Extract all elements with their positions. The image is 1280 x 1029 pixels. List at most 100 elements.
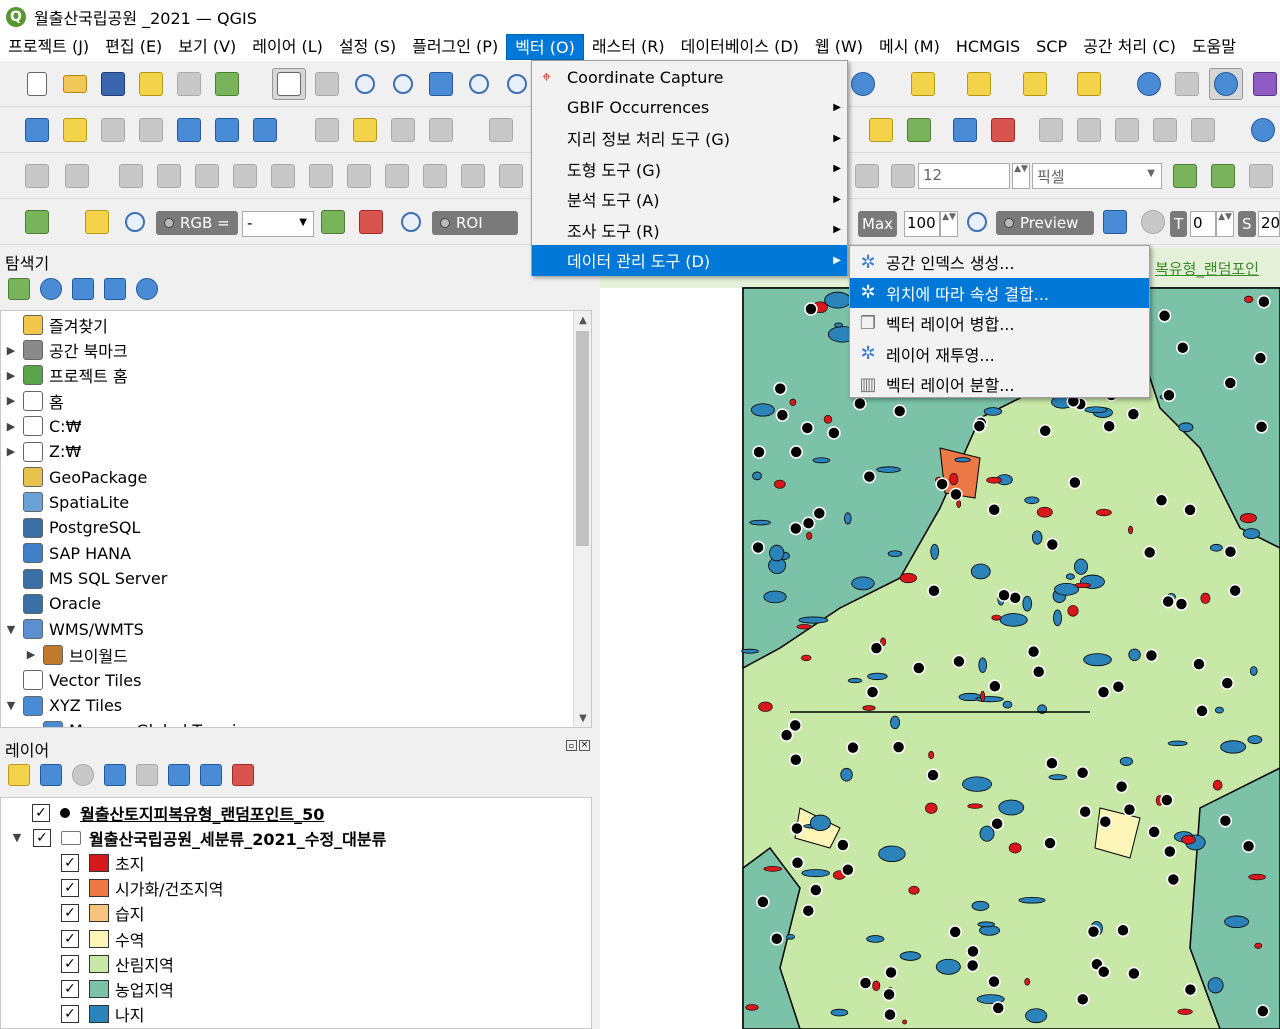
add-vertex-icon[interactable] bbox=[98, 115, 128, 145]
delete-ring-icon[interactable] bbox=[306, 161, 336, 191]
new-geopackage-icon[interactable] bbox=[60, 115, 90, 145]
rotate-feature-icon[interactable] bbox=[116, 161, 146, 191]
vertex-tool-icon[interactable] bbox=[486, 115, 516, 145]
layer-visibility-checkbox[interactable]: ✓ bbox=[33, 828, 51, 847]
menu-hcmgis[interactable]: HCMGIS bbox=[948, 34, 1028, 60]
pin-label-icon[interactable] bbox=[1036, 115, 1066, 145]
layer-row[interactable]: ✓ 월출산토지피복유형_랜덤포인트_50 bbox=[1, 800, 591, 825]
menu-processing[interactable]: 공간 처리 (C) bbox=[1075, 34, 1184, 60]
scp-band-set-icon[interactable] bbox=[82, 207, 112, 237]
globe-plugin-icon[interactable] bbox=[1248, 115, 1278, 145]
menu-item-coordinate-capture[interactable]: ⌖ Coordinate Capture bbox=[532, 62, 847, 93]
expand-arrow-icon[interactable]: ▶ bbox=[3, 420, 19, 433]
add-group-icon[interactable] bbox=[40, 764, 62, 786]
menu-project[interactable]: 프로젝트 (J) bbox=[0, 34, 97, 60]
current-edits-icon[interactable] bbox=[312, 115, 342, 145]
menu-item-data-management[interactable]: 데이터 관리 도구 (D) ▶ bbox=[532, 245, 847, 276]
collapse-all-icon[interactable] bbox=[104, 278, 126, 300]
browser-item[interactable]: MS SQL Server bbox=[1, 566, 591, 591]
browser-item[interactable]: Oracle bbox=[1, 591, 591, 616]
label-size-input[interactable]: 12 bbox=[918, 163, 1010, 189]
pan-map-icon[interactable] bbox=[272, 68, 306, 100]
layout-manager-icon[interactable] bbox=[174, 69, 204, 99]
refresh-icon[interactable] bbox=[848, 69, 878, 99]
select-by-value-icon[interactable] bbox=[964, 69, 994, 99]
scp-zoom-preview-icon[interactable] bbox=[962, 207, 992, 237]
identify-icon[interactable] bbox=[1134, 69, 1164, 99]
browser-scrollbar[interactable]: ▲ ▼ bbox=[573, 311, 591, 727]
scp-stretch-icon[interactable] bbox=[318, 207, 348, 237]
topology-icon[interactable] bbox=[1208, 161, 1238, 191]
remove-layer-icon[interactable] bbox=[232, 764, 254, 786]
new-project-icon[interactable] bbox=[22, 69, 52, 99]
zoom-selection-icon[interactable] bbox=[464, 69, 494, 99]
label-red-icon[interactable] bbox=[988, 115, 1018, 145]
browser-item[interactable]: GeoPackage bbox=[1, 464, 591, 489]
browser-item[interactable]: ▶ 프로젝트 홈 bbox=[1, 363, 591, 388]
class-visibility-checkbox[interactable]: ✓ bbox=[61, 1005, 79, 1024]
label-size-spinner[interactable]: ▲▼ bbox=[1012, 163, 1030, 189]
menu-item-reproject-layer[interactable]: ✲ 레이어 재투영... bbox=[850, 339, 1149, 370]
label-rotation-icon[interactable] bbox=[852, 161, 882, 191]
expand-arrow-icon[interactable]: ▶ bbox=[3, 344, 19, 357]
class-visibility-checkbox[interactable]: ✓ bbox=[61, 954, 79, 973]
menu-mesh[interactable]: 메시 (M) bbox=[871, 34, 948, 60]
menu-settings[interactable]: 설정 (S) bbox=[331, 34, 404, 60]
zoom-out-icon[interactable] bbox=[388, 69, 418, 99]
menu-item-gbif[interactable]: GBIF Occurrences ▶ bbox=[532, 93, 847, 124]
save-project-icon[interactable] bbox=[98, 69, 128, 99]
expand-arrow-icon[interactable]: ▶ bbox=[23, 648, 39, 661]
menu-plugins[interactable]: 플러그인 (P) bbox=[404, 34, 506, 60]
snap-tool-icon[interactable] bbox=[1170, 161, 1200, 191]
roi-toggle[interactable]: ROI bbox=[432, 211, 518, 235]
layer-styling-icon[interactable] bbox=[8, 764, 30, 786]
legend-class-row[interactable]: ✓ 농업지역 bbox=[1, 976, 591, 1001]
expand-arrow-icon[interactable]: ▶ bbox=[3, 369, 19, 382]
menu-item-merge-vector-layers[interactable]: ❐ 벡터 레이어 병합... bbox=[850, 308, 1149, 339]
move-label-icon[interactable] bbox=[1112, 115, 1142, 145]
filter-legend-icon[interactable] bbox=[104, 764, 126, 786]
class-visibility-checkbox[interactable]: ✓ bbox=[61, 879, 79, 898]
toggle-editing-icon[interactable] bbox=[350, 115, 380, 145]
scp-histogram-icon[interactable] bbox=[356, 207, 386, 237]
scp-redo-icon[interactable] bbox=[1138, 207, 1168, 237]
rgb-toggle[interactable]: RGB = bbox=[156, 211, 238, 235]
legend-class-row[interactable]: ✓ 시가화/건조지역 bbox=[1, 876, 591, 901]
scroll-down-icon[interactable]: ▼ bbox=[574, 709, 591, 727]
close-tool-icon[interactable] bbox=[1246, 161, 1276, 191]
scp-dock-icon[interactable] bbox=[22, 207, 52, 237]
expand-all-icon[interactable] bbox=[168, 764, 190, 786]
collapse-all-layers-icon[interactable] bbox=[200, 764, 222, 786]
class-visibility-checkbox[interactable]: ✓ bbox=[61, 853, 79, 872]
split-features-icon[interactable] bbox=[458, 161, 488, 191]
menu-item-geoprocessing[interactable]: 지리 정보 처리 도구 (G) ▶ bbox=[532, 123, 847, 154]
legend-class-row[interactable]: ✓ 초지 bbox=[1, 850, 591, 875]
browser-item[interactable]: ▼ WMS/WMTS bbox=[1, 617, 591, 642]
info-icon[interactable] bbox=[136, 278, 158, 300]
vector-tool-icon[interactable] bbox=[250, 115, 280, 145]
fill-ring-icon[interactable] bbox=[268, 161, 298, 191]
filter-icon[interactable] bbox=[72, 278, 94, 300]
zoom-in-icon[interactable] bbox=[350, 69, 380, 99]
highlight-label-icon[interactable] bbox=[950, 115, 980, 145]
legend-class-row[interactable]: ✓ 수역 bbox=[1, 926, 591, 951]
preview-toggle[interactable]: Preview bbox=[996, 211, 1094, 235]
legend-class-row[interactable]: ✓ 산림지역 bbox=[1, 951, 591, 976]
t-spinner[interactable]: ▲▼ bbox=[1216, 211, 1234, 237]
layer-visibility-checkbox[interactable]: ✓ bbox=[32, 803, 50, 822]
add-part-icon[interactable] bbox=[230, 161, 260, 191]
browser-scroll-thumb[interactable] bbox=[576, 331, 589, 546]
digitize-icon[interactable] bbox=[136, 115, 166, 145]
rotate-label-icon[interactable] bbox=[1150, 115, 1180, 145]
refresh-icon[interactable] bbox=[40, 278, 62, 300]
browser-item[interactable]: Mapzen Global Terrain bbox=[1, 718, 591, 727]
menu-help[interactable]: 도움말 bbox=[1184, 34, 1244, 60]
browser-item[interactable]: ▶ 브이월드 bbox=[1, 642, 591, 667]
expand-arrow-icon[interactable]: ▶ bbox=[3, 445, 19, 458]
max-spinner[interactable]: ▲▼ bbox=[940, 211, 958, 237]
browser-item[interactable]: Vector Tiles bbox=[1, 667, 591, 692]
browser-item[interactable]: 즐겨찾기 bbox=[1, 312, 591, 337]
layer-row[interactable]: ▼ ✓ 월출산국립공원_세분류_2021_수정_대분류 bbox=[1, 825, 591, 850]
menu-vector[interactable]: 벡터 (O) bbox=[506, 34, 584, 60]
advanced-digitize-icon[interactable] bbox=[22, 161, 52, 191]
